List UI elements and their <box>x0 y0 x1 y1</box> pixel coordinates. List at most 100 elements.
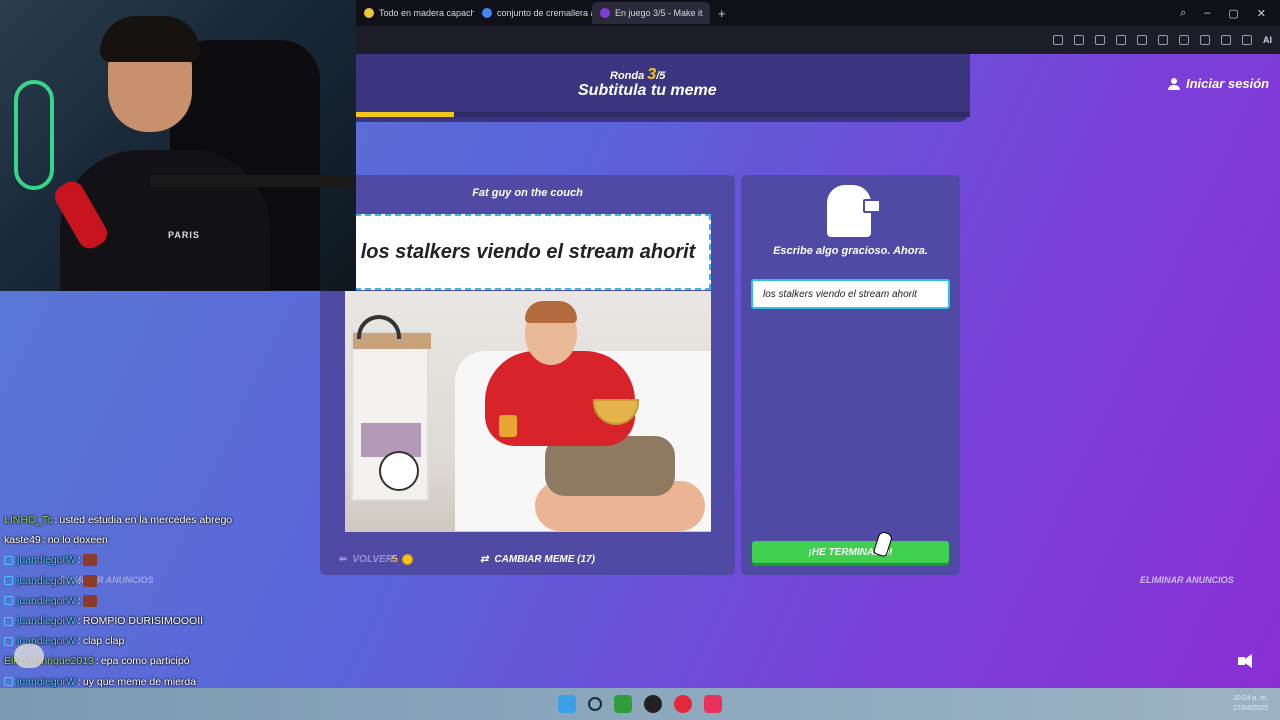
heart-icon[interactable] <box>1158 35 1168 45</box>
chat-separator: : <box>77 554 81 567</box>
caption-input[interactable] <box>751 279 950 309</box>
chat-separator: : <box>77 635 81 648</box>
done-button[interactable]: ¡HE TERMINADO! <box>752 541 949 563</box>
chat-message: juandiegorW : <box>4 550 356 570</box>
sound-icon[interactable] <box>1238 654 1256 668</box>
tab-favicon-icon <box>600 8 610 18</box>
lock-icon[interactable] <box>1221 35 1231 45</box>
remove-ads-link[interactable]: ELIMINAR ANUNCIOS <box>1140 575 1234 585</box>
man-hair-illustration <box>525 301 577 323</box>
shield-icon[interactable] <box>1095 35 1105 45</box>
browser-toolbar: AI <box>356 26 1280 54</box>
caption-panel: Escribe algo gracioso. Ahora. ¡HE TERMIN… <box>741 175 960 575</box>
taskbar-clock: 10:24 p. m. 17/04/2025 <box>1233 694 1268 714</box>
chat-emote-icon <box>82 554 97 567</box>
meme-template-name: Fat guy on the couch <box>472 187 583 199</box>
page-title: Subtitula tu meme <box>578 82 717 99</box>
meme-caption-text: los stalkers viendo el stream ahorit <box>360 240 696 263</box>
search-icon[interactable]: ⌕ <box>1180 7 1186 20</box>
tab-label: conjunto de cremallera ac <box>497 8 592 18</box>
ai-button[interactable]: AI <box>1263 35 1272 45</box>
streamer-webcam: PARIS <box>0 0 356 291</box>
chat-message: juandiegorW : <box>4 571 356 591</box>
round-total: /5 <box>656 70 666 82</box>
chat-badge-icon <box>4 596 13 606</box>
os-taskbar: 10:24 p. m. 17/04/2025 <box>0 688 1280 720</box>
chat-separator: : <box>77 594 81 607</box>
clock-date: 17/04/2025 <box>1232 705 1268 712</box>
shirt-print-text: PARIS <box>168 230 200 240</box>
play-icon[interactable] <box>1137 35 1147 45</box>
edit-icon[interactable] <box>1053 35 1063 45</box>
caption-prompt: Escribe algo gracioso. Ahora. <box>773 245 928 257</box>
close-icon[interactable]: ✕ <box>1257 7 1266 20</box>
chat-avatar-icon <box>14 644 44 668</box>
chat-text: no lo doxeen <box>47 534 108 547</box>
maximize-icon[interactable]: ▢ <box>1228 7 1238 20</box>
beer-glass-illustration <box>499 415 517 437</box>
chat-message: juandiegorW : ROMPIO DURISIMOOOII <box>4 611 356 631</box>
browser-tab-2[interactable]: En juego 3/5 - Make it <box>592 2 710 24</box>
stream-chat: LINHO_Tc : usted estudia en la mercedes … <box>4 510 356 712</box>
meme-panel-footer: ⬅ VOLVER 5 ⇄ CAMBIAR MEME (17) <box>320 543 735 575</box>
windows-start-icon[interactable] <box>558 695 576 713</box>
coin-counter: 5 <box>392 543 413 575</box>
browser-tab-bar: Todo en madera capacho conjunto de crema… <box>356 0 1280 26</box>
meme-caption-box: los stalkers viendo el stream ahorit <box>345 214 711 290</box>
chat-username[interactable]: kaste49 <box>4 534 41 546</box>
chat-username[interactable]: juandiegorW <box>17 615 76 627</box>
chat-message: juandiegorW : <box>4 591 356 611</box>
chat-text: ROMPIO DURISIMOOOII <box>82 615 204 628</box>
chat-separator: : <box>42 534 46 547</box>
opera-icon[interactable] <box>674 695 692 713</box>
coin-icon <box>401 553 413 565</box>
pencil-character-icon <box>827 185 881 237</box>
browser-tab-1[interactable]: conjunto de cremallera ac <box>474 2 592 24</box>
chat-text: uy que meme de mierda <box>82 675 197 688</box>
chat-message: juandiegorW : clap clap <box>4 631 356 651</box>
download-icon[interactable] <box>1179 35 1189 45</box>
chat-username[interactable]: juandiegorW <box>17 575 76 587</box>
obs-icon[interactable] <box>644 695 662 713</box>
clock-time: 10:24 p. m. <box>1232 695 1268 702</box>
chat-username[interactable]: juandiegorW <box>17 676 76 688</box>
change-meme-button[interactable]: ⇄ CAMBIAR MEME (17) <box>480 543 595 575</box>
tab-label: En juego 3/5 - Make it <box>615 8 703 18</box>
browser-tab-0[interactable]: Todo en madera capacho <box>356 2 474 24</box>
chat-separator: : <box>77 615 81 628</box>
new-tab-button[interactable]: + <box>710 6 734 21</box>
extension-icon[interactable] <box>1116 35 1126 45</box>
xbox-icon[interactable] <box>614 695 632 713</box>
chat-text: clap clap <box>82 635 125 648</box>
chat-text: usted estudia en la mercedes abrego <box>59 514 233 527</box>
chat-separator: : <box>77 675 81 688</box>
tab-favicon-icon <box>364 8 374 18</box>
tiktok-icon[interactable] <box>704 695 722 713</box>
minimize-icon[interactable]: – <box>1204 7 1210 20</box>
search-taskbar-icon[interactable] <box>588 697 602 711</box>
chat-separator: : <box>95 655 99 668</box>
chat-username[interactable]: juandiegorW <box>17 554 76 566</box>
round-progress-fill <box>356 112 455 117</box>
chat-username[interactable]: LINHO_Tc <box>4 514 52 526</box>
change-meme-label: CAMBIAR MEME (17) <box>494 553 595 565</box>
headphones-illustration <box>357 315 401 339</box>
chat-emote-icon <box>82 594 97 607</box>
chat-badge-icon <box>4 555 13 565</box>
round-progress-bar <box>356 112 970 117</box>
cube-icon[interactable] <box>1242 35 1252 45</box>
soccer-ball-illustration <box>379 451 419 491</box>
chat-message: LINHO_Tc : usted estudia en la mercedes … <box>4 510 356 530</box>
chat-text: epa como participó <box>100 655 190 668</box>
tab-label: Todo en madera capacho <box>379 8 474 18</box>
chat-message: Elkinmanrique2013 : epa como participó <box>4 651 356 671</box>
menu-icon[interactable] <box>1200 35 1210 45</box>
round-prefix: Ronda <box>610 70 645 82</box>
chat-message: kaste49 : no lo doxeen <box>4 530 356 550</box>
login-button[interactable]: Iniciar sesión <box>1168 76 1269 91</box>
mic-arm-illustration <box>150 175 356 187</box>
tab-favicon-icon <box>482 8 492 18</box>
camera-icon[interactable] <box>1074 35 1084 45</box>
chat-username[interactable]: juandiegorW <box>17 595 76 607</box>
chat-emote-icon <box>82 574 97 587</box>
